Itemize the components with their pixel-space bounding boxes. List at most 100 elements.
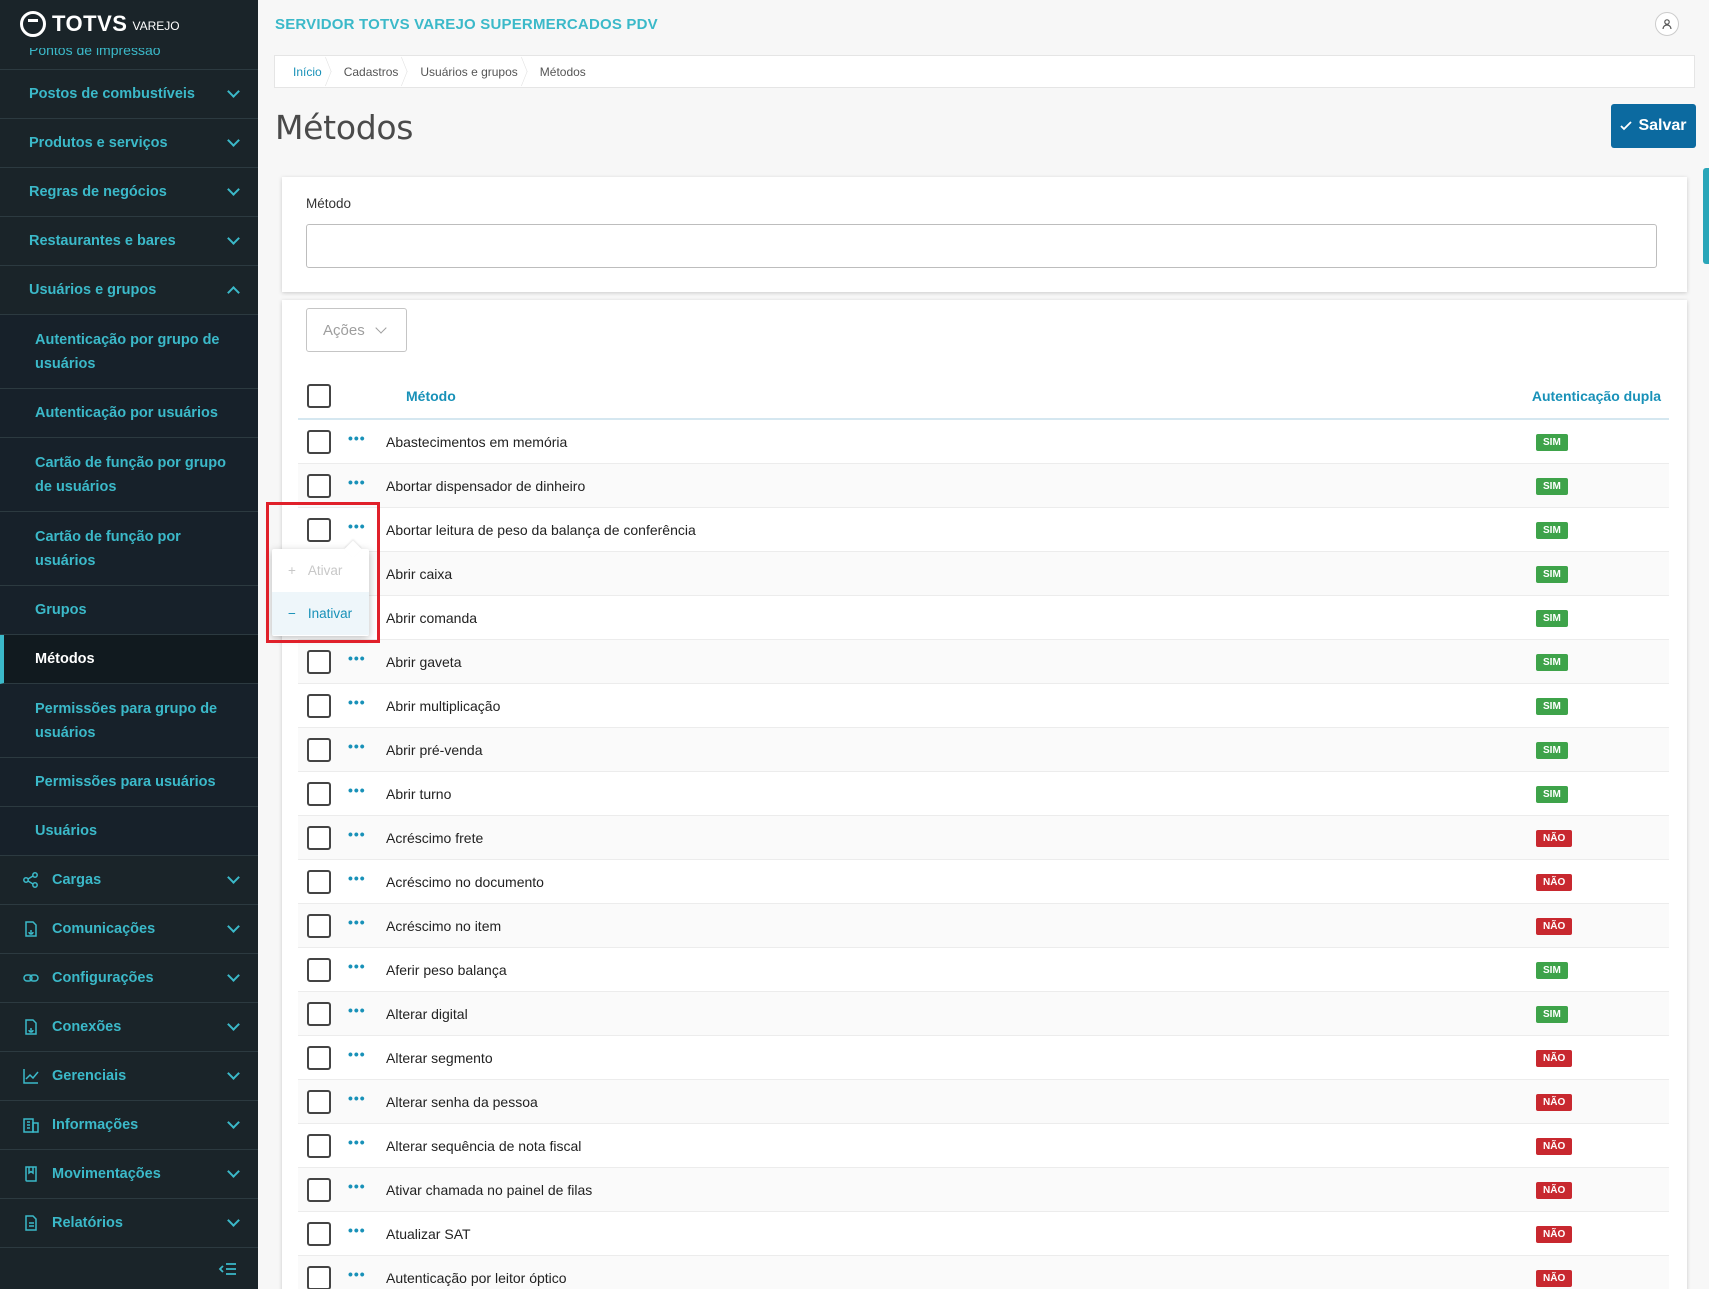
more-options-icon[interactable]: ••• bbox=[348, 695, 368, 709]
sidebar-item-conexoes[interactable]: Conexões bbox=[0, 1003, 258, 1052]
method-name: Abrir caixa bbox=[386, 565, 453, 582]
table-row[interactable]: ••• Abrir turno SIM bbox=[298, 772, 1669, 816]
chevron-down-icon bbox=[227, 232, 240, 245]
sidebar-subitem-label: Permissões para usuários bbox=[35, 774, 216, 790]
more-options-icon[interactable]: ••• bbox=[348, 915, 368, 929]
row-checkbox[interactable] bbox=[307, 1265, 331, 1289]
sidebar-item-informacoes[interactable]: Informações bbox=[0, 1101, 258, 1150]
table-row[interactable]: ••• Acréscimo frete NÃO bbox=[298, 816, 1669, 860]
table-header: Método Autenticação dupla bbox=[298, 374, 1669, 420]
table-row[interactable]: ••• Aferir peso balança SIM bbox=[298, 948, 1669, 992]
auth-cell: NÃO bbox=[1536, 1048, 1669, 1067]
header: SERVIDOR TOTVS VAREJO SUPERMERCADOS PDV bbox=[258, 0, 1709, 48]
table-row[interactable]: ••• Abortar leitura de peso da balança de… bbox=[298, 508, 1669, 552]
more-options-icon[interactable]: ••• bbox=[348, 1091, 368, 1105]
save-button[interactable]: Salvar bbox=[1611, 104, 1696, 148]
sidebar-item-regras[interactable]: Regras de negócios bbox=[0, 168, 258, 217]
sidebar-item-produtos[interactable]: Produtos e serviços bbox=[0, 119, 258, 168]
table-row[interactable]: ••• Abrir gaveta SIM bbox=[298, 640, 1669, 684]
sidebar-subitem-permissoes-usuarios[interactable]: Permissões para usuários bbox=[0, 758, 258, 807]
sidebar-item-comunicacoes[interactable]: Comunicações bbox=[0, 905, 258, 954]
row-checkbox[interactable] bbox=[307, 957, 331, 982]
row-checkbox[interactable] bbox=[307, 1001, 331, 1026]
more-options-icon[interactable]: ••• bbox=[348, 1223, 368, 1237]
more-options-icon[interactable]: ••• bbox=[348, 739, 368, 753]
more-options-icon[interactable]: ••• bbox=[348, 651, 368, 665]
auth-cell: NÃO bbox=[1536, 828, 1669, 847]
more-options-icon[interactable]: ••• bbox=[348, 431, 368, 445]
sidebar-item-movimentacoes[interactable]: Movimentações bbox=[0, 1150, 258, 1199]
sidebar-subitem-usuarios[interactable]: Usuários bbox=[0, 807, 258, 856]
breadcrumb-usuarios-grupos[interactable]: Usuários e grupos bbox=[410, 65, 529, 79]
row-checkbox[interactable] bbox=[307, 869, 331, 894]
sidebar-subitem-permissoes-grupo[interactable]: Permissões para grupo de usuários bbox=[0, 684, 258, 758]
sidebar-item-gerenciais[interactable]: Gerenciais bbox=[0, 1052, 258, 1101]
row-checkbox[interactable] bbox=[307, 1133, 331, 1158]
table-row[interactable]: •••Abrir caixaSIM bbox=[298, 552, 1669, 596]
row-checkbox[interactable] bbox=[307, 1089, 331, 1114]
row-checkbox[interactable] bbox=[307, 649, 331, 674]
row-checkbox[interactable] bbox=[307, 693, 331, 718]
more-options-icon[interactable]: ••• bbox=[348, 475, 368, 489]
sidebar-item-configuracoes[interactable]: Configurações bbox=[0, 954, 258, 1003]
sidebar-item-restaurantes[interactable]: Restaurantes e bares bbox=[0, 217, 258, 266]
row-checkbox[interactable] bbox=[307, 913, 331, 938]
sidebar-item-usuarios-grupos[interactable]: Usuários e grupos bbox=[0, 266, 258, 315]
more-options-icon[interactable]: ••• bbox=[348, 783, 368, 797]
sidebar-subitem-autenticacao-grupo[interactable]: Autenticação por grupo de usuários bbox=[0, 315, 258, 389]
table-row[interactable]: ••• Ativar chamada no painel de filas NÃO bbox=[298, 1168, 1669, 1212]
row-checkbox[interactable] bbox=[307, 1177, 331, 1202]
table-row[interactable]: ••• Abrir multiplicação SIM bbox=[298, 684, 1669, 728]
more-options-icon[interactable]: ••• bbox=[348, 871, 368, 885]
row-checkbox[interactable] bbox=[307, 429, 331, 454]
table-row[interactable]: ••• Atualizar SAT NÃO bbox=[298, 1212, 1669, 1256]
sidebar-subitem-autenticacao-usuarios[interactable]: Autenticação por usuários bbox=[0, 389, 258, 438]
row-checkbox[interactable] bbox=[307, 825, 331, 850]
select-all-checkbox[interactable] bbox=[307, 384, 331, 408]
table-row[interactable]: ••• Abrir pré-venda SIM bbox=[298, 728, 1669, 772]
table-row[interactable]: ••• Acréscimo no item NÃO bbox=[298, 904, 1669, 948]
row-checkbox[interactable] bbox=[307, 737, 331, 762]
table-row[interactable]: ••• Alterar senha da pessoa NÃO bbox=[298, 1080, 1669, 1124]
sidebar-item-cut[interactable]: Pontos de impressão bbox=[0, 48, 258, 70]
breadcrumb-cadastros[interactable]: Cadastros bbox=[334, 65, 411, 79]
collapse-sidebar-icon[interactable] bbox=[218, 1259, 238, 1279]
more-options-icon[interactable]: ••• bbox=[348, 827, 368, 841]
table-row[interactable]: ••• Abortar dispensador de dinheiro SIM bbox=[298, 464, 1669, 508]
method-name: Alterar segmento bbox=[386, 1049, 493, 1066]
table-row[interactable]: ••• Alterar sequência de nota fiscal NÃO bbox=[298, 1124, 1669, 1168]
actions-dropdown-button[interactable]: Ações bbox=[306, 308, 407, 352]
column-header-metodo[interactable]: Método bbox=[406, 388, 1509, 404]
table-row[interactable]: ••• Abastecimentos em memória SIM bbox=[298, 420, 1669, 464]
logo[interactable]: TOTVS VAREJO bbox=[0, 0, 258, 48]
more-options-icon[interactable]: ••• bbox=[348, 1047, 368, 1061]
column-header-autenticacao[interactable]: Autenticação dupla bbox=[1509, 388, 1669, 404]
sidebar-subitem-cartao-grupo[interactable]: Cartão de função por grupo de usuários bbox=[0, 438, 258, 512]
sidebar-item-cargas[interactable]: Cargas bbox=[0, 856, 258, 905]
scrollbar[interactable] bbox=[1703, 168, 1709, 264]
more-options-icon[interactable]: ••• bbox=[348, 1267, 368, 1281]
more-options-icon[interactable]: ••• bbox=[348, 1135, 368, 1149]
table-row[interactable]: ••• Acréscimo no documento NÃO bbox=[298, 860, 1669, 904]
breadcrumb-inicio[interactable]: Início bbox=[283, 65, 334, 79]
table-row[interactable]: ••• Alterar segmento NÃO bbox=[298, 1036, 1669, 1080]
table-row[interactable]: ••• Alterar digital SIM bbox=[298, 992, 1669, 1036]
more-options-icon[interactable]: ••• bbox=[348, 959, 368, 973]
user-avatar-icon[interactable] bbox=[1655, 12, 1679, 36]
row-checkbox[interactable] bbox=[307, 1221, 331, 1246]
row-checkbox[interactable] bbox=[307, 473, 331, 498]
sidebar-subitem-cartao-usuarios[interactable]: Cartão de função por usuários bbox=[0, 512, 258, 586]
chevron-down-icon bbox=[227, 1018, 240, 1031]
sidebar-subitem-metodos[interactable]: Métodos bbox=[0, 635, 258, 684]
method-name: Atualizar SAT bbox=[386, 1225, 471, 1242]
sidebar-item-postos[interactable]: Postos de combustíveis bbox=[0, 70, 258, 119]
table-row[interactable]: ••• Autenticação por leitor óptico NÃO bbox=[298, 1256, 1669, 1289]
row-checkbox[interactable] bbox=[307, 1045, 331, 1070]
more-options-icon[interactable]: ••• bbox=[348, 1179, 368, 1193]
more-options-icon[interactable]: ••• bbox=[348, 1003, 368, 1017]
sidebar-item-relatorios[interactable]: Relatórios bbox=[0, 1199, 258, 1248]
table-row[interactable]: •••Abrir comandaSIM bbox=[298, 596, 1669, 640]
metodo-filter-input[interactable] bbox=[306, 224, 1657, 268]
sidebar-subitem-grupos[interactable]: Grupos bbox=[0, 586, 258, 635]
row-checkbox[interactable] bbox=[307, 781, 331, 806]
